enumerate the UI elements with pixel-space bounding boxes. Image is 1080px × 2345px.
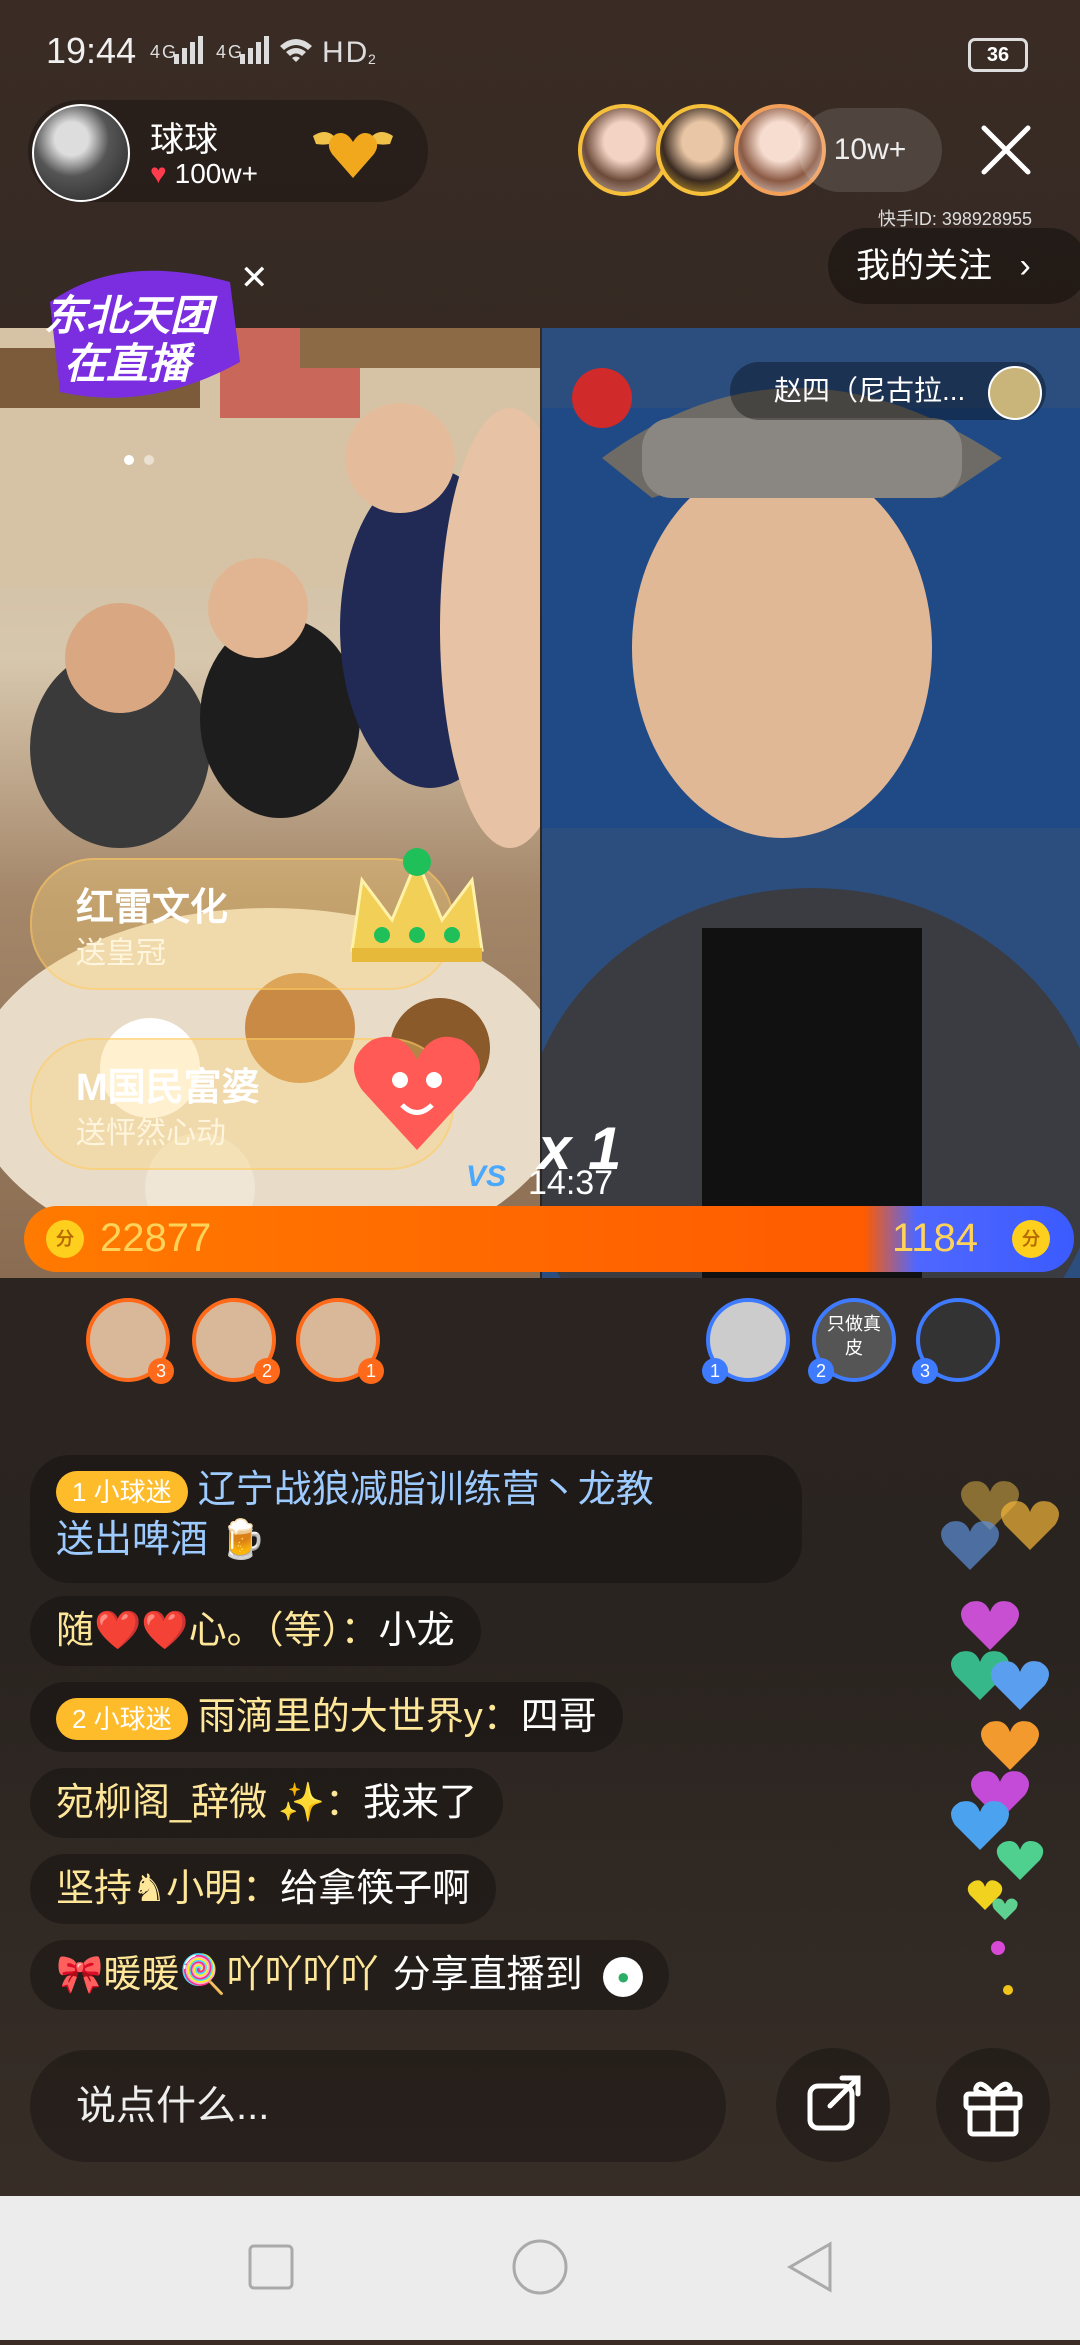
chat-text: 四哥 (520, 1696, 597, 1738)
coin-icon: 分 (1012, 1220, 1050, 1258)
promo-line1: 东北天团 (44, 292, 218, 339)
gift-toast: M国民富婆 送怦然心动 (30, 1036, 480, 1170)
vs-icon: VS (466, 1160, 507, 1193)
promo-banner[interactable]: 东北天团 在直播 (30, 262, 250, 414)
pk-countdown: 14:37 (528, 1164, 614, 1202)
promo-line2: 在直播 (64, 340, 196, 387)
gift-sender: M国民富婆 (76, 1067, 260, 1109)
gift-button[interactable] (936, 2048, 1050, 2162)
svg-text:2: 2 (368, 51, 378, 67)
golden-heart-wings-icon[interactable] (308, 116, 398, 186)
svg-text:HD: HD (322, 36, 369, 68)
pk-timer: VS x 1 14:37 (466, 1115, 646, 1206)
chat-text: 分享直播到 (392, 1954, 583, 1996)
my-follow-label: 我的关注 (856, 247, 992, 285)
chat-text: 小龙 (378, 1610, 455, 1652)
guest-avatar[interactable] (988, 366, 1042, 420)
contributor-avatar[interactable]: 只做真皮 2 (808, 1298, 896, 1384)
chat-text: 送出啤酒 🍺 (56, 1519, 266, 1561)
chevron-right-icon: › (1019, 247, 1031, 285)
pk-score-bar: 分 22877 1184 分 (24, 1206, 1074, 1272)
svg-text:4G: 4G (150, 42, 178, 62)
home-icon (512, 2239, 568, 2295)
chat-message[interactable]: 2 小球迷 雨滴里的大世界y：四哥 (30, 1682, 623, 1752)
contributor-rank: 1 (358, 1358, 384, 1384)
host-info[interactable]: 球球 ♥ 100w+ (28, 100, 428, 202)
contributor-rank: 3 (912, 1358, 938, 1384)
floating-hearts (941, 1481, 1059, 1995)
contributor-avatar[interactable]: 3 (86, 1298, 174, 1384)
contributor-tag: 只做真皮 (827, 1314, 881, 1358)
contributor-avatar[interactable]: 2 (192, 1298, 280, 1384)
battery-indicator: 36 (968, 38, 1028, 72)
host-name: 球球 (150, 121, 218, 159)
fan-badge: 2 小球迷 (56, 1697, 188, 1740)
chat-message[interactable]: 坚持♞小明：给拿筷子啊 (30, 1854, 497, 1924)
chat-message[interactable]: 1 小球迷 辽宁战狼减脂训练营丶龙教 送出啤酒 🍺 (30, 1455, 802, 1583)
nav-buttons (248, 2239, 832, 2295)
guest-name: 赵四（尼古拉... (774, 375, 966, 406)
chat-text: 给拿筷子啊 (280, 1868, 471, 1910)
dot-inactive (144, 455, 154, 465)
host-likes: ♥ 100w+ (150, 158, 258, 190)
back-icon (786, 2241, 832, 2293)
contributor-avatar[interactable]: 1 (702, 1298, 790, 1384)
banner-pagination-dots (124, 452, 164, 470)
chat-message[interactable]: 🎀暖暖🍭吖吖吖吖 分享直播到 ● (30, 1940, 670, 2010)
chat-user: 随❤️❤️心。（等）： (56, 1610, 379, 1652)
contributor-rank: 2 (808, 1358, 834, 1384)
promo-banner-art: 东北天团 在直播 (44, 270, 240, 398)
viewer-count[interactable]: 10w+ (798, 108, 942, 192)
contributor-avatar[interactable]: 1 (296, 1298, 384, 1384)
host-likes-count: 100w+ (174, 158, 258, 189)
host-avatar[interactable] (32, 104, 130, 202)
system-nav-bar (0, 2196, 1080, 2340)
gift-sender: 红雷文化 (76, 887, 229, 929)
svg-text:4G: 4G (216, 42, 244, 62)
wechat-icon: ● (603, 1956, 644, 1997)
dot-active (124, 455, 134, 465)
left-score: 22877 (100, 1216, 212, 1260)
chat-message[interactable]: 宛柳阁_辞微 ✨：我来了 (30, 1768, 504, 1838)
chat-user: 坚持♞小明： (56, 1868, 281, 1910)
gift-action: 送皇冠 (76, 937, 166, 970)
my-follow-button[interactable]: 我的关注 › (828, 228, 1080, 304)
guest-name-tag[interactable]: 赵四（尼古拉... (730, 362, 1046, 420)
gift-action: 送怦然心动 (76, 1117, 226, 1150)
chat-message[interactable]: 随❤️❤️心。（等）：小龙 (30, 1596, 481, 1666)
comment-input[interactable]: 说点什么... (30, 2050, 726, 2162)
crown-icon (350, 848, 484, 962)
gift-toast: 红雷文化 送皇冠 (30, 848, 484, 990)
chat-user: 宛柳阁_辞微 ✨： (56, 1782, 364, 1824)
signal-icons: 4G 4G HD 2 (150, 32, 410, 76)
signal-icon: 4G 4G HD 2 (150, 36, 378, 69)
fan-badge: 1 小球迷 (56, 1470, 188, 1513)
chat-user: 辽宁战狼减脂训练营丶龙教 (197, 1469, 654, 1511)
share-button[interactable] (776, 2048, 890, 2162)
chat-user: 雨滴里的大世界y： (197, 1696, 521, 1738)
contributor-avatar[interactable]: 3 (912, 1298, 1000, 1384)
gift-icon (963, 2081, 1023, 2137)
close-icon[interactable] (974, 118, 1038, 182)
coin-icon: 分 (46, 1220, 84, 1258)
share-icon (807, 2075, 861, 2131)
contributor-rank: 2 (254, 1358, 280, 1384)
status-bar: 19:44 4G 4G HD 2 36 (0, 0, 1080, 95)
contributor-rank: 1 (702, 1358, 728, 1384)
status-time: 19:44 (46, 30, 137, 71)
contributor-rank: 3 (148, 1358, 174, 1384)
right-score: 1184 (891, 1216, 978, 1260)
promo-close-icon[interactable]: ✕ (240, 258, 269, 298)
heart-icon: ♥ (150, 158, 167, 189)
chat-text: 我来了 (363, 1782, 478, 1824)
chat-user: 🎀暖暖🍭吖吖吖吖 (56, 1954, 379, 1996)
recent-apps-icon (248, 2244, 294, 2290)
